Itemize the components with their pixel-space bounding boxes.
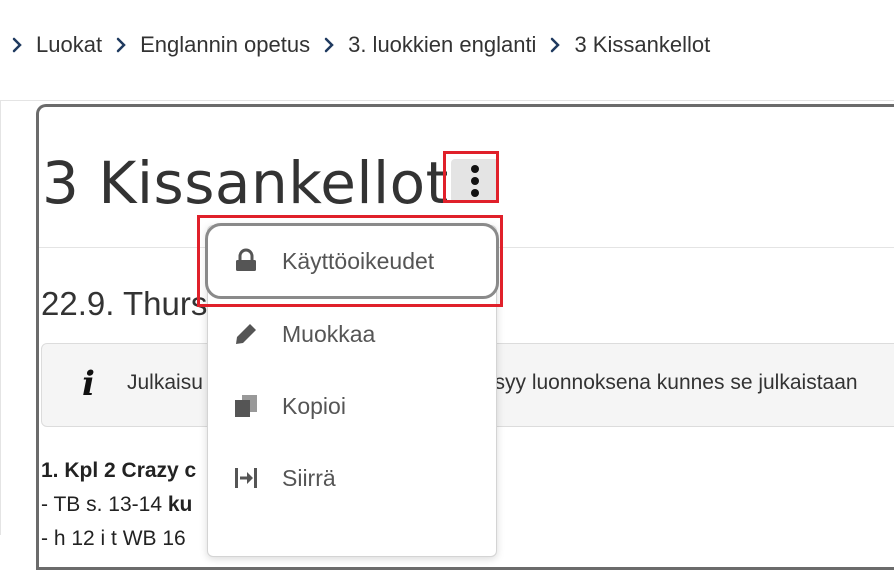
body-line-2: - TB s. 13-14 ku [41,493,192,517]
body-line-2-bold: ku [167,493,193,516]
menu-item-label: Kopioi [282,392,346,419]
chevron-right-icon [12,37,22,53]
section-title: 22.9. Thurs [41,285,208,322]
left-rail [0,100,1,535]
breadcrumb-link[interactable]: Luokat [36,32,102,58]
chevron-right-icon [551,37,561,53]
chevron-right-icon [324,37,334,53]
alert-text-right: ysyy luonnoksena kunnes se julkaistaan [484,371,858,394]
body-line-3: - h 12 i t WB 16 [41,527,186,550]
body-line-1: 1. Kpl 2 Crazy c [41,459,197,482]
menu-item-edit[interactable]: Muokkaa [208,298,496,370]
chevron-right-icon [116,37,126,53]
breadcrumb-link[interactable]: 3. luokkien englanti [348,32,536,58]
move-icon [232,464,260,492]
pencil-icon [232,320,260,348]
breadcrumb-item-englannin-opetus[interactable]: Englannin opetus [102,32,310,58]
menu-item-label: Siirrä [282,464,336,491]
header-divider [0,100,894,101]
breadcrumb-item-luokat[interactable]: Luokat [0,32,102,58]
breadcrumb-item-current: 3 Kissankellot [536,32,710,58]
more-actions-highlight [443,151,499,203]
info-icon: i [82,364,95,404]
page-title: 3 Kissankellot [42,149,449,217]
alert-text-left: Julkaisu [127,371,203,394]
breadcrumb-current-label: 3 Kissankellot [574,32,711,57]
breadcrumb-item-3-luokkien-englanti[interactable]: 3. luokkien englanti [310,32,536,58]
permissions-highlight [197,215,503,307]
menu-item-copy[interactable]: Kopioi [208,370,496,442]
menu-item-move[interactable]: Siirrä [208,442,496,514]
menu-item-label: Muokkaa [282,320,376,347]
body-line-2-text: - TB s. 13-14 [41,493,168,516]
breadcrumb: Luokat Englannin opetus 3. luokkien engl… [0,0,894,90]
breadcrumb-link[interactable]: Englannin opetus [140,32,310,58]
copy-icon [232,392,260,420]
